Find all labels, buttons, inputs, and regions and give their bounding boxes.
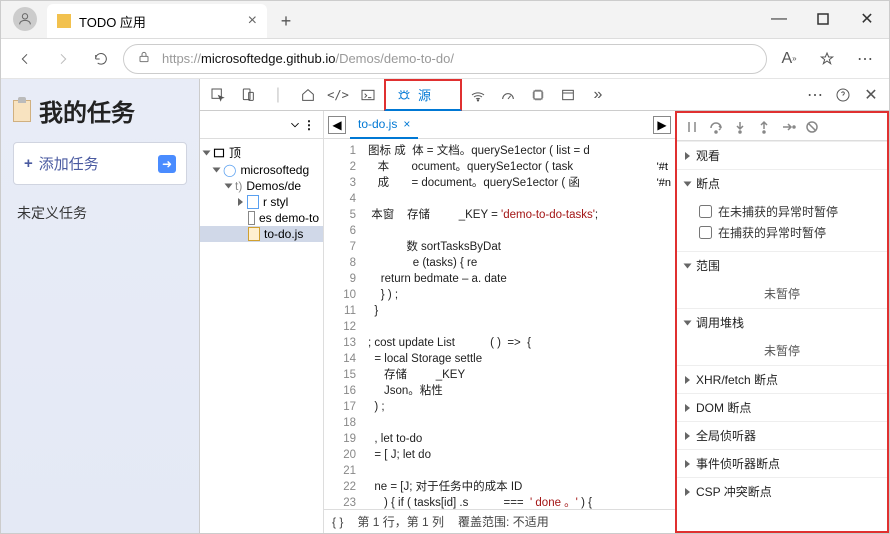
pause-icon[interactable] — [681, 116, 703, 138]
clipboard-icon — [13, 100, 31, 122]
lock-icon — [136, 49, 152, 68]
step-over-icon[interactable] — [705, 116, 727, 138]
global-listeners-section[interactable]: 全局侦听器 — [677, 421, 887, 449]
toggle-navigator-icon[interactable]: ◀ — [328, 116, 346, 134]
tree-folder[interactable]: r styl — [200, 194, 323, 210]
nav-reload[interactable] — [85, 43, 117, 75]
tree-file[interactable]: es demo-to — [200, 210, 323, 226]
browser-tab[interactable]: TODO 应用 × — [47, 4, 267, 38]
pause-uncaught-checkbox[interactable]: 在未捕获的异常时暂停 — [699, 201, 879, 222]
url-field[interactable]: https://microsoftedge.github.io/Demos/de… — [123, 44, 767, 74]
console-icon[interactable] — [354, 81, 382, 109]
window-minimize[interactable]: — — [757, 4, 801, 34]
read-aloud-icon[interactable]: A» — [773, 43, 805, 75]
csp-section[interactable]: CSP 冲突断点 — [677, 477, 887, 505]
callstack-section[interactable]: 调用堆栈 — [677, 308, 887, 336]
tree-top[interactable]: 顶 — [200, 143, 323, 162]
device-icon[interactable] — [234, 81, 262, 109]
step-icon[interactable] — [777, 116, 799, 138]
bug-icon — [396, 87, 412, 103]
titlebar: TODO 应用 × + — ✕ — [1, 1, 889, 39]
sep: | — [264, 81, 292, 109]
add-task-button[interactable]: + 添加任务 ➜ — [13, 142, 187, 185]
toggle-debugger-icon[interactable]: ▶ — [653, 116, 671, 134]
menu-icon[interactable]: ⋯ — [849, 43, 881, 75]
code-area[interactable]: 123456789101112131415161718192021222324 … — [324, 139, 675, 509]
nav-dropdown[interactable]: ⋮ — [200, 111, 323, 139]
debugger-controls — [677, 113, 887, 141]
performance-icon[interactable] — [494, 81, 522, 109]
tree-file-active[interactable]: to-do.js — [200, 226, 323, 242]
elements-icon[interactable]: </> — [324, 81, 352, 109]
brackets-icon[interactable]: { } — [332, 515, 343, 529]
devtools-more-icon[interactable]: ⋯ — [801, 81, 829, 109]
address-bar: https://microsoftedge.github.io/Demos/de… — [1, 39, 889, 79]
memory-icon[interactable] — [524, 81, 552, 109]
breakpoints-section[interactable]: 断点 — [677, 169, 887, 197]
scope-section[interactable]: 范围 — [677, 251, 887, 279]
nav-forward — [47, 43, 79, 75]
devtools-toolbar: | </> 源 » ⋯ ✕ — [200, 79, 889, 111]
welcome-icon[interactable] — [294, 81, 322, 109]
xhr-section[interactable]: XHR/fetch 断点 — [677, 365, 887, 393]
step-into-icon[interactable] — [729, 116, 751, 138]
tree-domain[interactable]: ◯microsoftedg — [200, 162, 323, 178]
status-coverage: 覆盖范围: 不适用 — [458, 513, 549, 530]
devtools: | </> 源 » ⋯ ✕ — [199, 79, 889, 533]
plus-icon: + — [24, 155, 33, 172]
debugger-pane: 观看 断点 在未捕获的异常时暂停 在捕获的异常时暂停 范围 未暂停 调用堆栈 未… — [675, 111, 889, 533]
pause-caught-checkbox[interactable]: 在捕获的异常时暂停 — [699, 222, 879, 243]
help-icon[interactable] — [829, 81, 857, 109]
more-tabs-icon[interactable]: » — [584, 81, 612, 109]
watch-section[interactable]: 观看 — [677, 141, 887, 169]
close-icon[interactable]: × — [403, 117, 410, 131]
profile-avatar[interactable] — [13, 7, 37, 31]
new-tab-button[interactable]: + — [271, 6, 301, 36]
task-item[interactable]: 未定义任务 — [13, 199, 187, 227]
tab-title: TODO 应用 — [79, 12, 146, 31]
window-close[interactable]: ✕ — [845, 4, 889, 34]
application-icon[interactable] — [554, 81, 582, 109]
submit-icon[interactable]: ➜ — [158, 155, 176, 173]
page-title: 我的任务 — [13, 93, 187, 128]
code-editor: ◀ to-do.js× ▶ 12345678910111213141516171… — [324, 111, 675, 533]
window-maximize[interactable] — [801, 4, 845, 34]
status-position: 第 1 行，第 1 列 — [357, 513, 444, 530]
callstack-empty: 未暂停 — [677, 336, 887, 365]
inspect-icon[interactable] — [204, 81, 232, 109]
nav-back[interactable] — [9, 43, 41, 75]
devtools-close-icon[interactable]: ✕ — [857, 81, 885, 109]
sources-tab[interactable]: 源 — [384, 79, 462, 111]
code-text[interactable]: 图标 成 体 = 文档。querySe1ector ( list = d 本 o… — [362, 139, 675, 509]
editor-status-bar: { } 第 1 行，第 1 列 覆盖范围: 不适用 — [324, 509, 675, 533]
tree-folder[interactable]: t)Demos/de — [200, 178, 323, 194]
network-icon[interactable] — [464, 81, 492, 109]
tab-close-icon[interactable]: × — [248, 12, 257, 30]
step-out-icon[interactable] — [753, 116, 775, 138]
favorites-icon[interactable] — [811, 43, 843, 75]
file-navigator: ⋮ 顶 ◯microsoftedg t)Demos/de r styl es d… — [200, 111, 324, 533]
event-listener-section[interactable]: 事件侦听器断点 — [677, 449, 887, 477]
editor-file-tab[interactable]: to-do.js× — [350, 111, 418, 139]
tab-favicon — [57, 14, 71, 28]
deactivate-breakpoints-icon[interactable] — [801, 116, 823, 138]
scope-empty: 未暂停 — [677, 279, 887, 308]
dom-section[interactable]: DOM 断点 — [677, 393, 887, 421]
app-page: 我的任务 + 添加任务 ➜ 未定义任务 — [1, 79, 199, 533]
line-gutter: 123456789101112131415161718192021222324 — [324, 139, 362, 509]
